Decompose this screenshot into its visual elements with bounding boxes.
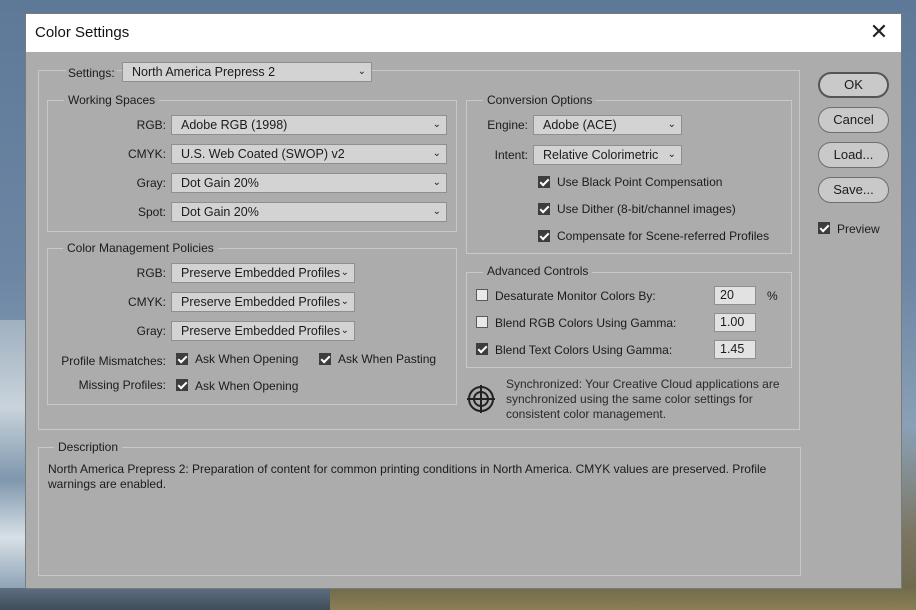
ws-gray-label: Gray: [136,176,166,190]
ws-spot-value: Dot Gain 20% [181,205,259,219]
description-legend: Description [54,440,123,454]
save-button[interactable]: Save... [818,177,889,203]
close-icon[interactable]: ✕ [867,20,891,44]
missing-ask-when-opening-label: Ask When Opening [195,379,299,393]
chevron-down-icon: ⌄ [432,177,441,188]
policy-gray-select[interactable]: Preserve Embedded Profiles ⌄ [171,321,355,341]
preview-label: Preview [837,222,880,236]
dither-label: Use Dither (8-bit/channel images) [557,202,736,216]
cancel-button[interactable]: Cancel [818,107,889,133]
engine-select[interactable]: Adobe (ACE) ⌄ [533,115,682,135]
policy-gray-label: Gray: [136,324,166,338]
policy-cmyk-select[interactable]: Preserve Embedded Profiles ⌄ [171,292,355,312]
blend-text-checkbox[interactable] [476,343,488,355]
missing-profiles-label: Missing Profiles: [78,378,166,392]
ask-when-opening-label: Ask When Opening [195,352,299,366]
description-text: North America Prepress 2: Preparation of… [48,462,767,491]
policy-cmyk-label: CMYK: [127,295,166,309]
chevron-down-icon: ⌄ [432,119,441,130]
chevron-down-icon: ⌄ [667,149,676,160]
policy-gray-value: Preserve Embedded Profiles [181,324,341,338]
blend-rgb-checkbox[interactable] [476,316,488,328]
synchronized-icon [467,385,495,413]
black-point-checkbox[interactable] [538,176,550,188]
chevron-down-icon: ⌄ [432,148,441,159]
chevron-down-icon: ⌄ [340,325,349,336]
policy-rgb-label: RGB: [136,266,166,280]
chevron-down-icon: ⌄ [432,206,441,217]
engine-value: Adobe (ACE) [543,118,617,132]
chevron-down-icon: ⌄ [340,267,349,278]
ws-cmyk-value: U.S. Web Coated (SWOP) v2 [181,147,345,161]
ws-gray-value: Dot Gain 20% [181,176,259,190]
background-rocks [0,588,330,610]
intent-label: Intent: [494,148,528,162]
intent-select[interactable]: Relative Colorimetric ⌄ [533,145,682,165]
desaturate-unit: % [767,289,778,303]
missing-ask-when-opening-checkbox[interactable] [176,379,188,391]
policy-rgb-select[interactable]: Preserve Embedded Profiles ⌄ [171,263,355,283]
ok-button[interactable]: OK [818,72,889,98]
ws-rgb-label: RGB: [136,118,166,132]
profile-mismatches-label: Profile Mismatches: [61,354,166,368]
load-button[interactable]: Load... [818,142,889,168]
color-settings-dialog: Color Settings ✕ Settings: North America… [26,14,901,588]
ask-when-pasting-checkbox[interactable] [319,353,331,365]
ws-rgb-select[interactable]: Adobe RGB (1998) ⌄ [171,115,447,135]
ws-gray-select[interactable]: Dot Gain 20% ⌄ [171,173,447,193]
desaturate-input[interactable]: 20 [714,286,756,305]
ask-when-pasting-label: Ask When Pasting [338,352,437,366]
advanced-legend: Advanced Controls [483,264,593,278]
engine-label: Engine: [487,118,528,132]
window-title: Color Settings [35,24,130,41]
settings-select-value: North America Prepress 2 [132,65,276,79]
chevron-down-icon: ⌄ [357,66,366,77]
background-grass [330,586,916,610]
ws-cmyk-label: CMYK: [127,147,166,161]
blend-text-input[interactable]: 1.45 [714,340,756,359]
policy-rgb-value: Preserve Embedded Profiles [181,266,341,280]
desaturate-label: Desaturate Monitor Colors By: [495,289,656,303]
title-bar: Color Settings ✕ [26,14,901,52]
desaturate-checkbox[interactable] [476,289,488,301]
synchronized-text: Synchronized: Your Creative Cloud applic… [506,377,780,421]
blend-rgb-label: Blend RGB Colors Using Gamma: [495,316,677,330]
working-spaces-legend: Working Spaces [64,93,160,107]
blend-text-label: Blend Text Colors Using Gamma: [495,343,673,357]
dither-checkbox[interactable] [538,203,550,215]
ws-cmyk-select[interactable]: U.S. Web Coated (SWOP) v2 ⌄ [171,144,447,164]
ws-spot-label: Spot: [137,205,166,219]
scene-referred-checkbox[interactable] [538,230,550,242]
policy-cmyk-value: Preserve Embedded Profiles [181,295,341,309]
scene-referred-label: Compensate for Scene-referred Profiles [557,229,770,243]
chevron-down-icon: ⌄ [667,119,676,130]
intent-value: Relative Colorimetric [543,148,659,162]
conversion-legend: Conversion Options [483,93,597,107]
policies-legend: Color Management Policies [63,241,218,255]
preview-checkbox[interactable] [818,222,830,234]
ws-spot-select[interactable]: Dot Gain 20% ⌄ [171,202,447,222]
settings-select[interactable]: North America Prepress 2 ⌄ [122,62,372,82]
settings-label: Settings: [66,66,117,80]
black-point-label: Use Black Point Compensation [557,175,723,189]
ask-when-opening-checkbox[interactable] [176,353,188,365]
chevron-down-icon: ⌄ [340,296,349,307]
blend-rgb-input[interactable]: 1.00 [714,313,756,332]
ws-rgb-value: Adobe RGB (1998) [181,118,288,132]
